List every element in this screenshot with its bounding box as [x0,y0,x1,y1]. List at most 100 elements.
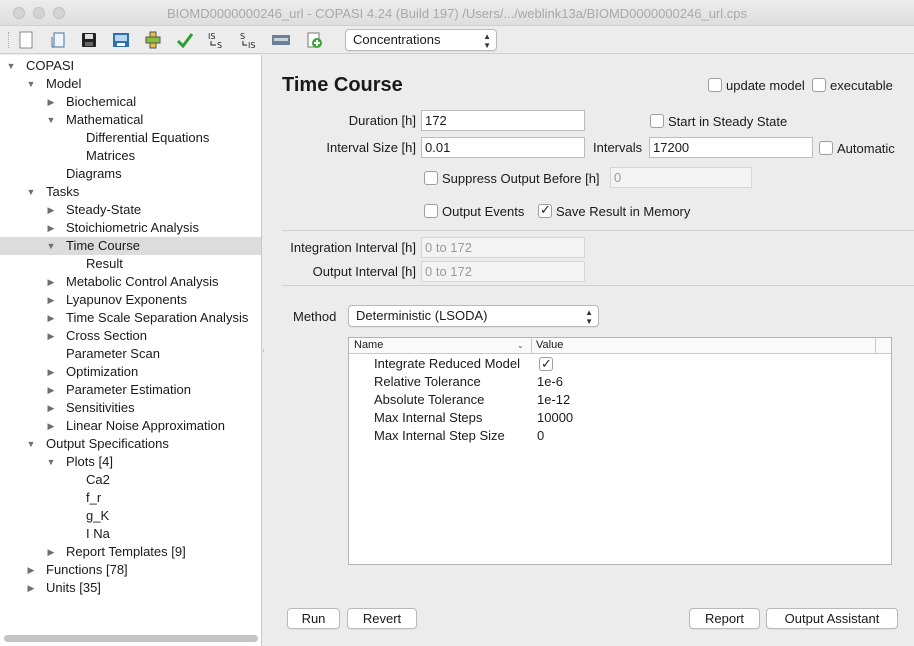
save-result-checkbox[interactable] [538,202,552,218]
sbml-icon[interactable] [270,29,292,51]
intervals-input[interactable]: 17200 [649,137,813,158]
expanded-triangle-icon[interactable]: ▼ [25,75,37,93]
tree-item[interactable]: ▶ Steady-State [0,201,261,219]
revert-button[interactable]: Revert [347,608,417,629]
table-row[interactable]: Integrate Reduced Model [349,355,891,373]
collapsed-triangle-icon[interactable]: ▶ [25,579,37,597]
tree-item[interactable]: Diagrams [0,165,261,183]
tree-item[interactable]: ▶ Linear Noise Approximation [0,417,261,435]
column-header-name[interactable]: Name [354,338,383,353]
table-row[interactable]: Absolute Tolerance 1e-12 [349,391,891,409]
suppress-output-input[interactable]: 0 [610,167,752,188]
object-browser-tree[interactable]: ▶ Units [35] ▶ Functions [78] ▶ Report Templa… [0,55,262,646]
duration-input[interactable]: 172 [421,110,585,131]
tree-item[interactable]: g_K [0,507,261,525]
method-parameter-table[interactable]: Name ⌄ Value Integrate Reduced Model Rela… [348,337,892,565]
tree-item[interactable]: ▶ Cross Section [0,327,261,345]
start-steady-state-checkbox[interactable] [650,114,664,128]
collapsed-triangle-icon[interactable]: ▶ [45,201,57,219]
divider [282,285,914,286]
collapsed-triangle-icon[interactable]: ▶ [45,291,57,309]
output-events-checkbox[interactable] [424,204,438,218]
output-events-label: Output Events [442,204,525,219]
update-model-checkbox[interactable] [708,78,722,92]
run-button[interactable]: Run [287,608,340,629]
collapsed-triangle-icon[interactable]: ▶ [45,543,57,561]
collapsed-triangle-icon[interactable]: ▶ [45,93,57,111]
parameter-value[interactable]: 1e-12 [537,391,570,409]
collapsed-triangle-icon[interactable]: ▶ [45,381,57,399]
tree-item[interactable]: Differential Equations [0,129,261,147]
quantity-type-select[interactable]: Concentrations ▲ ▼ [345,29,497,51]
tree-item[interactable]: ▶ Units [35] [0,579,261,597]
table-row[interactable]: Max Internal Steps 10000 [349,409,891,427]
tree-item[interactable]: f_r [0,489,261,507]
tree-item[interactable]: Matrices [0,147,261,165]
tree-item[interactable]: ▼ Time Course [0,237,261,255]
open-file-icon[interactable] [48,29,70,51]
collapsed-triangle-icon[interactable]: ▶ [45,219,57,237]
collapsed-triangle-icon[interactable]: ▶ [45,327,57,345]
collapsed-triangle-icon[interactable]: ▶ [45,363,57,381]
collapsed-triangle-icon[interactable]: ▶ [45,309,57,327]
is-to-s-icon[interactable]: IS S [206,29,228,51]
tree-item[interactable]: ▶ Lyapunov Exponents [0,291,261,309]
tree-item[interactable]: ▶ Biochemical [0,93,261,111]
expanded-triangle-icon[interactable]: ▼ [45,237,57,255]
tree-item-label: Stoichiometric Analysis [66,220,199,235]
tree-item[interactable]: Result [0,255,261,273]
expanded-triangle-icon[interactable]: ▼ [25,435,37,453]
tree-item[interactable]: ▶ Functions [78] [0,561,261,579]
tree-item[interactable]: Ca2 [0,471,261,489]
s-to-is-icon[interactable]: S IS [238,29,260,51]
interval-size-input[interactable]: 0.01 [421,137,585,158]
expanded-triangle-icon[interactable]: ▼ [5,57,17,75]
sort-chevron-icon[interactable]: ⌄ [517,338,524,353]
table-row[interactable]: Max Internal Step Size 0 [349,427,891,445]
add-icon[interactable] [303,29,325,51]
apply-icon[interactable] [142,29,164,51]
collapsed-triangle-icon[interactable]: ▶ [25,561,37,579]
tree-item[interactable]: ▶ Sensitivities [0,399,261,417]
column-header-value[interactable]: Value [536,338,563,353]
save-as-icon[interactable] [110,29,132,51]
parameter-value[interactable]: 0 [537,427,544,445]
tree-item[interactable]: ▼ COPASI [0,57,261,75]
automatic-checkbox[interactable] [819,141,833,155]
report-button[interactable]: Report [689,608,760,629]
parameter-value[interactable]: 1e-6 [537,373,563,391]
tree-item[interactable]: ▶ Report Templates [9] [0,543,261,561]
tree-item[interactable]: I Na [0,525,261,543]
collapsed-triangle-icon[interactable]: ▶ [45,417,57,435]
output-assistant-button[interactable]: Output Assistant [766,608,898,629]
table-row[interactable]: Relative Tolerance 1e-6 [349,373,891,391]
tree-item[interactable]: ▶ Parameter Estimation [0,381,261,399]
tree-item[interactable]: ▼ Mathematical [0,111,261,129]
expanded-triangle-icon[interactable]: ▼ [45,111,57,129]
tree-item[interactable]: ▶ Optimization [0,363,261,381]
collapsed-triangle-icon[interactable]: ▶ [45,273,57,291]
parameter-value[interactable]: 10000 [537,409,573,427]
parameter-checkbox[interactable] [539,355,553,373]
suppress-output-checkbox[interactable] [424,171,438,185]
check-icon[interactable] [174,29,196,51]
tree-item-label: Functions [78] [46,562,128,577]
expanded-triangle-icon[interactable]: ▼ [45,453,57,471]
tree-item[interactable]: Parameter Scan [0,345,261,363]
tree-item[interactable]: ▼ Plots [4] [0,453,261,471]
tree-item[interactable]: ▼ Output Specifications [0,435,261,453]
save-icon[interactable] [78,29,100,51]
collapsed-triangle-icon[interactable]: ▶ [45,399,57,417]
tree-item[interactable]: ▶ Stoichiometric Analysis [0,219,261,237]
method-select[interactable]: Deterministic (LSODA) ▲ ▼ [348,305,599,327]
interval-size-label: Interval Size [h] [326,140,416,155]
expanded-triangle-icon[interactable]: ▼ [25,183,37,201]
tree-item[interactable]: ▶ Time Scale Separation Analysis [0,309,261,327]
tree-item-label: Output Specifications [46,436,169,451]
tree-item[interactable]: ▶ Metabolic Control Analysis [0,273,261,291]
tree-item[interactable]: ▼ Model [0,75,261,93]
tree-item[interactable]: ▼ Tasks [0,183,261,201]
new-file-icon[interactable] [15,29,37,51]
executable-checkbox[interactable] [812,78,826,92]
tree-horizontal-scrollbar[interactable] [4,635,258,642]
